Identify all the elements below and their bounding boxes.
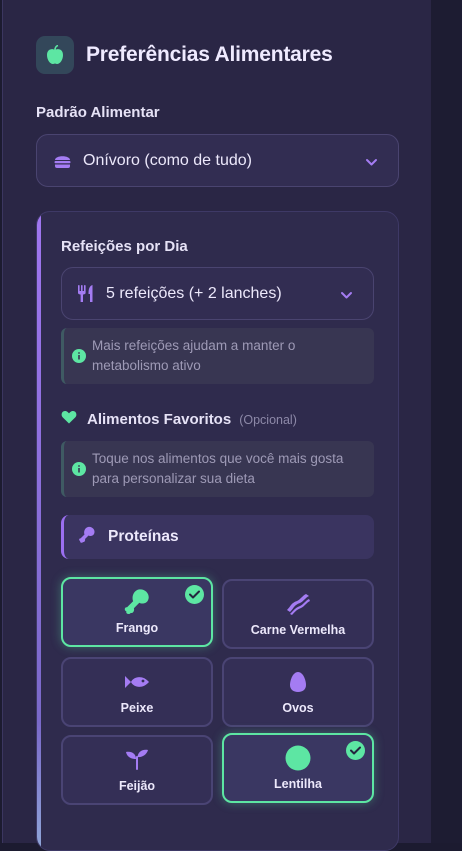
- favorites-info: Toque nos alimentos que você mais gosta …: [61, 441, 374, 497]
- utensils-icon: [76, 285, 94, 303]
- food-label: Frango: [115, 621, 159, 635]
- favorites-header: Alimentos Favoritos (Opcional): [61, 410, 297, 429]
- seedling-icon: [125, 747, 149, 773]
- food-label: Peixe: [120, 701, 154, 715]
- food-item-ovos[interactable]: Ovos: [222, 657, 374, 727]
- bacon-icon: [285, 591, 311, 617]
- burger-icon: [53, 152, 71, 170]
- fish-icon: [124, 669, 150, 695]
- info-icon: [72, 349, 86, 369]
- food-label: Feijão: [118, 779, 156, 793]
- diet-value: Onívoro (como de tudo): [83, 151, 252, 169]
- meals-value: 5 refeições (+ 2 lanches): [106, 284, 282, 302]
- check-icon: [346, 741, 365, 760]
- favorites-optional: (Opcional): [239, 412, 297, 427]
- chevron-down-icon: [365, 155, 378, 173]
- meals-info: Mais refeições ajudam a manter o metabol…: [61, 328, 374, 384]
- egg-icon: [289, 669, 307, 695]
- food-item-frango[interactable]: Frango: [61, 577, 213, 647]
- info-icon: [72, 462, 86, 482]
- page-title: Preferências Alimentares: [86, 43, 333, 66]
- apple-icon: [36, 36, 74, 74]
- heart-icon: [61, 410, 77, 429]
- check-icon: [185, 585, 204, 604]
- food-item-carne-vermelha[interactable]: Carne Vermelha: [222, 579, 374, 649]
- side-strip: [431, 0, 462, 843]
- food-item-feijao[interactable]: Feijão: [61, 735, 213, 805]
- drumstick-icon: [122, 589, 152, 615]
- circle-icon: [285, 745, 311, 771]
- meals-info-text: Mais refeições ajudam a manter o metabol…: [92, 338, 296, 373]
- food-item-peixe[interactable]: Peixe: [61, 657, 213, 727]
- card-accent-bar: [37, 212, 41, 850]
- food-label: Lentilha: [274, 777, 322, 791]
- meals-label: Refeições por Dia: [61, 238, 188, 255]
- favorites-title: Alimentos Favoritos: [87, 411, 232, 428]
- category-title: Proteínas: [108, 528, 179, 545]
- food-label: Carne Vermelha: [250, 623, 346, 637]
- chevron-down-icon: [340, 288, 353, 306]
- food-label: Ovos: [282, 701, 314, 715]
- favorites-info-text: Toque nos alimentos que você mais gosta …: [92, 451, 344, 486]
- drumstick-icon: [78, 526, 96, 549]
- section-header: Preferências Alimentares: [36, 36, 333, 74]
- meals-select[interactable]: 5 refeições (+ 2 lanches): [61, 267, 374, 320]
- diet-select[interactable]: Onívoro (como de tudo): [36, 134, 399, 187]
- category-header-proteins[interactable]: Proteínas: [61, 515, 374, 559]
- food-item-lentilha[interactable]: Lentilha: [222, 733, 374, 803]
- diet-label: Padrão Alimentar: [36, 104, 160, 121]
